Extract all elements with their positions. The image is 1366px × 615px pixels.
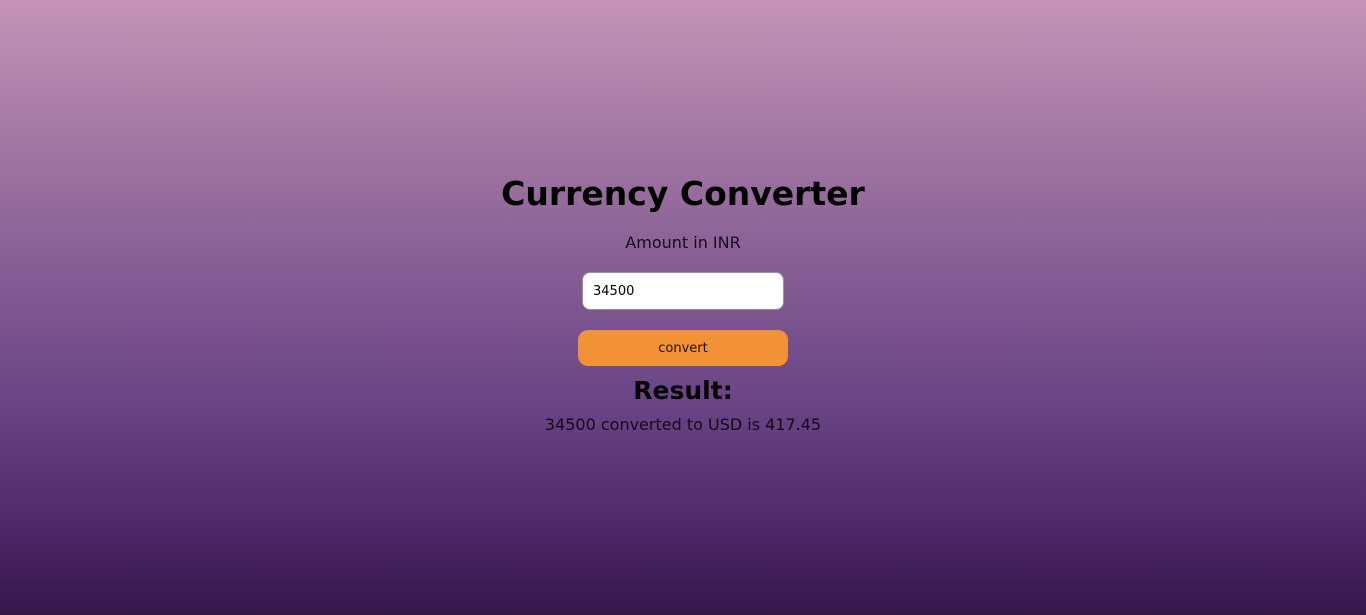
amount-label: Amount in INR [625,233,741,252]
page-title: Currency Converter [501,174,865,213]
result-heading: Result: [633,376,733,405]
convert-button[interactable]: convert [578,330,788,366]
converter-container: Currency Converter Amount in INR convert… [0,0,1366,615]
result-text: 34500 converted to USD is 417.45 [544,415,822,434]
amount-input[interactable] [582,272,784,310]
